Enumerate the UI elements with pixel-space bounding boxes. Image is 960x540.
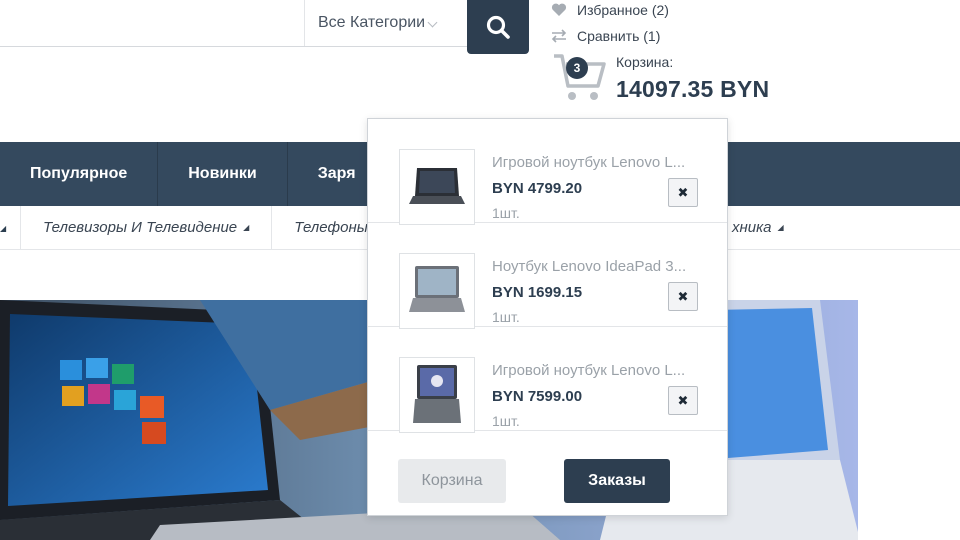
wishlist-label: Избранное (2) <box>577 2 669 18</box>
category-select-label: Все Категории <box>318 14 426 31</box>
remove-item-button[interactable]: ✖ <box>668 386 698 415</box>
heart-icon <box>551 3 567 16</box>
laptop-image <box>413 365 461 423</box>
triangle-down-icon: ◢ <box>243 223 250 232</box>
product-name[interactable]: Ноутбук Lenovo IdeaPad 3... <box>492 258 686 275</box>
category-select[interactable]: Все Категории <box>304 0 466 46</box>
compare-label: Сравнить (1) <box>577 28 661 44</box>
search-bar: Все Категории <box>0 0 468 47</box>
triangle-down-icon: ◢ <box>777 223 784 232</box>
nav-item-popular[interactable]: Популярное <box>0 142 159 206</box>
close-icon: ✖ <box>677 392 689 408</box>
product-name[interactable]: Игровой ноутбук Lenovo L... <box>492 154 685 171</box>
laptop-image <box>409 266 465 312</box>
product-qty: 1шт. <box>492 413 520 429</box>
cart-dropdown: Игровой ноутбук Lenovo L... BYN 4799.20 … <box>367 118 728 516</box>
product-thumbnail[interactable] <box>399 357 475 433</box>
remove-item-button[interactable]: ✖ <box>668 282 698 311</box>
laptop-image <box>409 168 465 204</box>
close-icon: ✖ <box>677 184 689 200</box>
nav-item-new[interactable]: Новинки <box>158 142 288 206</box>
orders-button[interactable]: Заказы <box>564 459 670 503</box>
subnav-item-tv[interactable]: Телевизоры И Телевидение ◢ <box>20 205 271 250</box>
product-price: BYN 1699.15 <box>492 284 583 301</box>
subnav-item-label: Телевизоры И Телевидение <box>43 219 238 236</box>
close-icon: ✖ <box>677 288 689 304</box>
cart-total: 14097.35 BYN <box>616 76 770 102</box>
cart-label: Корзина: <box>616 54 674 70</box>
product-qty: 1шт. <box>492 309 520 325</box>
header-cart[interactable]: 3 Корзина: 14097.35 BYN <box>552 52 792 104</box>
product-name[interactable]: Игровой ноутбук Lenovo L... <box>492 362 685 379</box>
product-thumbnail[interactable] <box>399 149 475 225</box>
cart-item: Ноутбук Lenovo IdeaPad 3... BYN 1699.15 … <box>368 223 727 329</box>
search-input[interactable] <box>0 0 304 46</box>
search-button[interactable] <box>467 0 529 54</box>
view-cart-button[interactable]: Корзина <box>398 459 506 503</box>
cart-item: Игровой ноутбук Lenovo L... BYN 4799.20 … <box>368 119 727 225</box>
product-price: BYN 4799.20 <box>492 180 583 197</box>
cart-item: Игровой ноутбук Lenovo L... BYN 7599.00 … <box>368 327 727 433</box>
search-icon <box>486 15 510 39</box>
product-price: BYN 7599.00 <box>492 388 583 405</box>
chevron-down-icon <box>427 17 438 27</box>
triangle-down-icon: ◢ <box>0 223 7 233</box>
product-thumbnail[interactable] <box>399 253 475 329</box>
compare-link[interactable]: Сравнить (1) <box>551 28 660 44</box>
product-qty: 1шт. <box>492 205 520 221</box>
subnav-item-label: хника <box>732 219 772 236</box>
compare-arrows-icon <box>551 29 567 43</box>
subnav-item-label: Телефоны <box>294 219 368 236</box>
wishlist-link[interactable]: Избранное (2) <box>551 2 669 18</box>
cart-count-badge: 3 <box>566 57 588 79</box>
remove-item-button[interactable]: ✖ <box>668 178 698 207</box>
